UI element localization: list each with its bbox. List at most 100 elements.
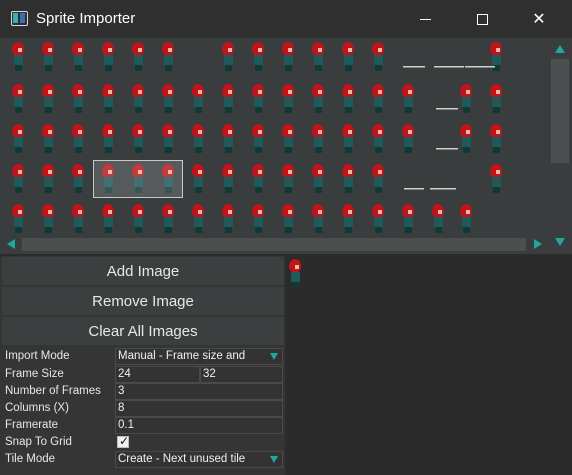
sprite-frame bbox=[222, 124, 234, 153]
preview-sprite-icon bbox=[289, 259, 301, 288]
close-button[interactable]: ✕ bbox=[516, 0, 562, 38]
sprite-effect bbox=[436, 148, 458, 150]
sprite-frame bbox=[12, 42, 24, 71]
sprite-frame bbox=[372, 164, 384, 193]
tile-mode-value: Create - Next unused tile bbox=[118, 453, 246, 465]
window-title: Sprite Importer bbox=[36, 10, 136, 27]
horizontal-scrollbar[interactable] bbox=[0, 236, 549, 253]
framerate-row: Framerate 0.1 bbox=[0, 417, 285, 434]
checkmark-icon: ✓ bbox=[119, 434, 130, 448]
vertical-scroll-thumb[interactable] bbox=[551, 59, 569, 163]
sprite-frame bbox=[162, 124, 174, 153]
sprite-frame bbox=[372, 124, 384, 153]
sprite-frame bbox=[289, 259, 301, 288]
sprite-frame bbox=[432, 204, 444, 233]
columns-input[interactable]: 8 bbox=[115, 400, 283, 417]
scroll-right-icon[interactable] bbox=[534, 239, 542, 249]
maximize-button[interactable] bbox=[459, 0, 505, 38]
sprite-frame bbox=[252, 84, 264, 113]
sprite-effect bbox=[465, 66, 495, 68]
sprite-frame bbox=[222, 164, 234, 193]
sprite-effect bbox=[404, 188, 424, 190]
sprite-frame bbox=[402, 124, 414, 153]
close-icon: ✕ bbox=[532, 11, 546, 28]
sprite-sheet-canvas[interactable] bbox=[0, 38, 549, 254]
minimize-button[interactable] bbox=[402, 0, 448, 38]
sprite-frame bbox=[12, 84, 24, 113]
sprite-frame bbox=[342, 124, 354, 153]
tile-mode-label: Tile Mode bbox=[5, 453, 56, 465]
import-mode-dropdown[interactable]: Manual - Frame size and bbox=[115, 348, 283, 365]
sprite-frame bbox=[192, 204, 204, 233]
minimize-icon bbox=[419, 18, 431, 20]
scroll-down-icon[interactable] bbox=[555, 238, 565, 246]
sprite-sheet-viewport[interactable] bbox=[0, 38, 549, 254]
sprite-frame bbox=[252, 124, 264, 153]
sprite-frame bbox=[252, 164, 264, 193]
sprite-frame bbox=[42, 164, 54, 193]
frame-selection-rect[interactable] bbox=[93, 160, 183, 198]
columns-label: Columns (X) bbox=[5, 402, 69, 414]
sprite-frame bbox=[252, 204, 264, 233]
sprite-frame bbox=[402, 84, 414, 113]
frame-size-row: Frame Size 24 32 bbox=[0, 366, 285, 383]
remove-image-button[interactable]: Remove Image bbox=[2, 287, 284, 315]
sprite-frame bbox=[312, 42, 324, 71]
sprite-frame bbox=[282, 204, 294, 233]
tile-mode-row: Tile Mode Create - Next unused tile bbox=[0, 451, 285, 468]
framerate-input[interactable]: 0.1 bbox=[115, 417, 283, 434]
sprite-frame bbox=[102, 42, 114, 71]
sprite-frame bbox=[102, 124, 114, 153]
sprite-frame bbox=[222, 42, 234, 71]
tile-mode-dropdown[interactable]: Create - Next unused tile bbox=[115, 451, 283, 468]
sprite-frame bbox=[222, 84, 234, 113]
sprite-frame bbox=[102, 204, 114, 233]
sprite-frame bbox=[312, 164, 324, 193]
sprite-frame bbox=[12, 124, 24, 153]
sprite-frame bbox=[102, 84, 114, 113]
frame-height-input[interactable]: 32 bbox=[200, 366, 283, 383]
vertical-scrollbar[interactable] bbox=[549, 38, 572, 254]
animation-preview bbox=[285, 256, 572, 475]
clear-all-images-button[interactable]: Clear All Images bbox=[2, 317, 284, 345]
snap-to-grid-checkbox[interactable]: ✓ bbox=[117, 434, 130, 448]
sprite-frame bbox=[162, 42, 174, 71]
sprite-effect bbox=[434, 66, 464, 68]
sprite-frame bbox=[132, 84, 144, 113]
frame-width-input[interactable]: 24 bbox=[115, 366, 200, 383]
sprite-frame bbox=[402, 204, 414, 233]
sprite-frame bbox=[72, 124, 84, 153]
sprite-frame bbox=[132, 42, 144, 71]
sprite-frame bbox=[42, 84, 54, 113]
number-of-frames-label: Number of Frames bbox=[5, 385, 101, 397]
app-icon bbox=[11, 11, 28, 26]
sprite-frame bbox=[460, 84, 472, 113]
scroll-up-icon[interactable] bbox=[555, 45, 565, 53]
number-of-frames-row: Number of Frames 3 bbox=[0, 383, 285, 400]
sprite-frame bbox=[222, 204, 234, 233]
sprite-frame bbox=[460, 204, 472, 233]
number-of-frames-input[interactable]: 3 bbox=[115, 383, 283, 400]
sprite-frame bbox=[42, 42, 54, 71]
sprite-frame bbox=[490, 84, 502, 113]
sprite-effect bbox=[436, 108, 458, 110]
chevron-down-icon bbox=[270, 353, 278, 360]
sprite-frame bbox=[312, 124, 324, 153]
columns-row: Columns (X) 8 bbox=[0, 400, 285, 417]
sprite-frame bbox=[12, 164, 24, 193]
sprite-frame bbox=[372, 42, 384, 71]
sprite-frame bbox=[132, 204, 144, 233]
sprite-frame bbox=[42, 124, 54, 153]
sprite-effect bbox=[403, 66, 425, 68]
horizontal-scroll-thumb[interactable] bbox=[22, 238, 526, 251]
snap-to-grid-row: Snap To Grid ✓ bbox=[0, 434, 285, 451]
framerate-label: Framerate bbox=[5, 419, 59, 431]
title-bar: Sprite Importer ✕ bbox=[0, 0, 572, 38]
scroll-left-icon[interactable] bbox=[7, 239, 15, 249]
sprite-frame bbox=[282, 42, 294, 71]
add-image-button[interactable]: Add Image bbox=[2, 257, 284, 285]
sprite-frame bbox=[72, 204, 84, 233]
sprite-frame bbox=[162, 204, 174, 233]
sprite-frame bbox=[282, 164, 294, 193]
sprite-frame bbox=[372, 204, 384, 233]
